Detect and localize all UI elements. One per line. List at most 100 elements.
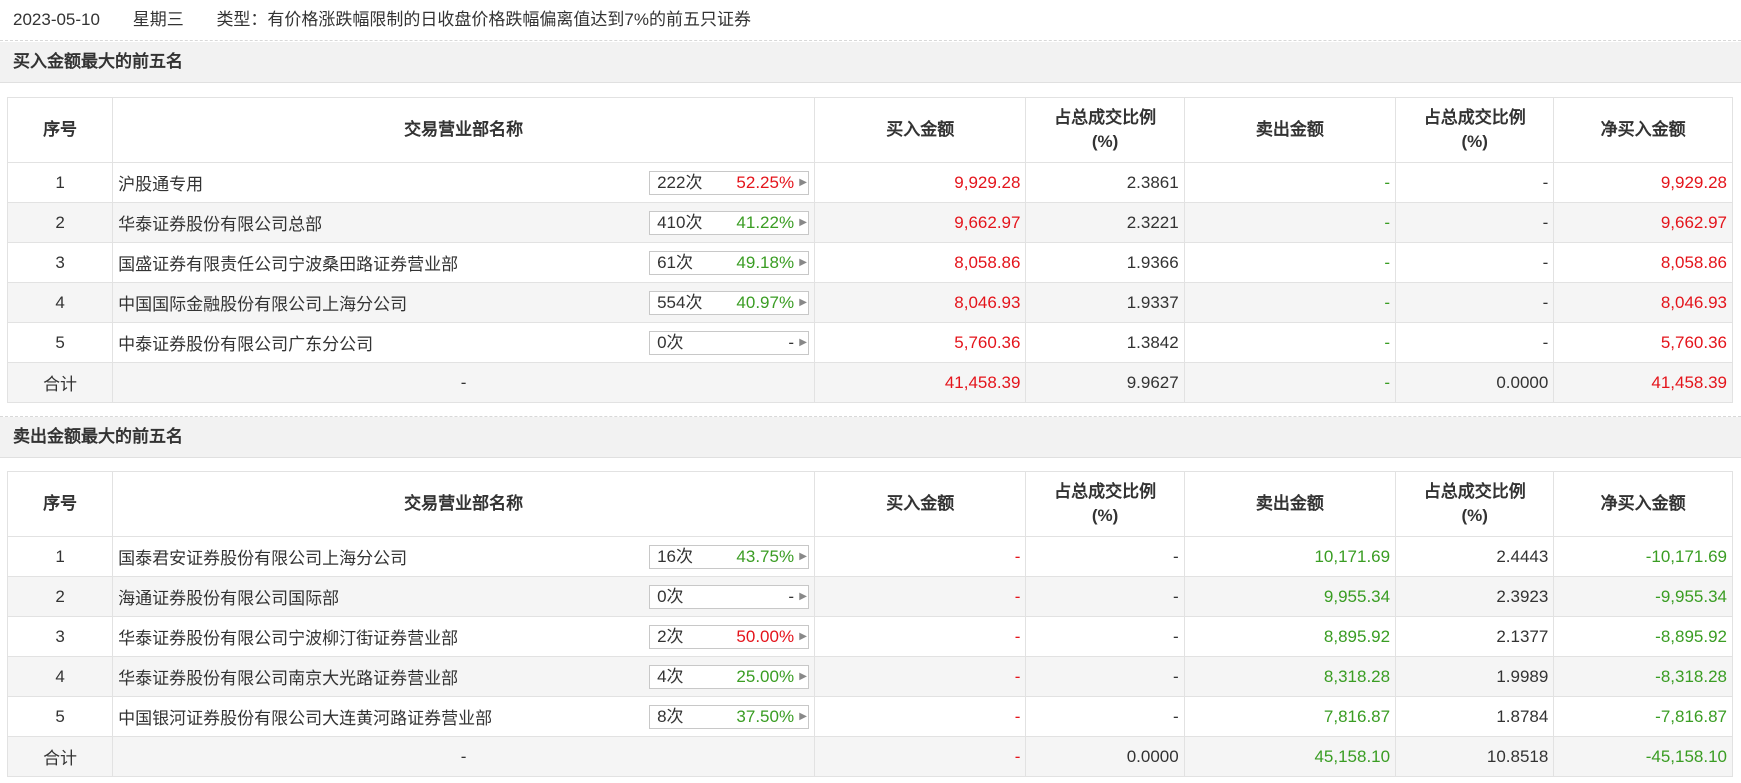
win-rate: 40.97% — [736, 292, 795, 312]
row-index: 2 — [6, 576, 114, 617]
buy-ratio: 1.3842 — [1025, 322, 1185, 363]
broker-cell-inner: 中泰证券股份有限公司广东分公司 0次 - ▶ — [118, 330, 814, 355]
net-amount: -8,318.28 — [1553, 656, 1733, 697]
broker-name[interactable]: 沪股通专用 — [118, 170, 203, 195]
table-row: 2 华泰证券股份有限公司总部 410次 41.22% ▶ 9,662.97 2.3221- -… — [6, 202, 1733, 243]
sell-ratio: - — [1395, 322, 1555, 363]
table-row: 5 中泰证券股份有限公司广东分公司 0次 - ▶ 5,760.36 1.3842- -5,76… — [6, 322, 1733, 363]
broker-stats-badge[interactable]: 8次 37.50% ▶ — [649, 704, 810, 729]
row-index: 3 — [6, 242, 114, 283]
broker-name[interactable]: 中国国际金融股份有限公司上海分公司 — [118, 290, 407, 315]
broker-stats-badge[interactable]: 4次 25.00% ▶ — [649, 664, 810, 689]
col-header-buy-ratio-l1: 占总成交比例 — [1054, 482, 1157, 501]
broker-cell: 国泰君安证券股份有限公司上海分公司 16次 43.75% ▶ — [112, 536, 816, 577]
broker-stats-badge[interactable]: 410次 41.22% ▶ — [649, 210, 810, 235]
sell-table-body: 1 国泰君安证券股份有限公司上海分公司 16次 43.75% ▶ - -10,171.69 2… — [6, 536, 1733, 777]
trade-date: 2023-05-10 — [13, 10, 100, 29]
caret-right-icon: ▶ — [799, 590, 807, 602]
broker-name[interactable]: 中国银河证券股份有限公司大连黄河路证券营业部 — [118, 704, 492, 729]
win-rate: 25.00% — [736, 666, 795, 686]
broker-cell: 华泰证券股份有限公司宁波柳汀街证券营业部 2次 50.00% ▶ — [112, 616, 816, 657]
table-row: 3 华泰证券股份有限公司宁波柳汀街证券营业部 2次 50.00% ▶ - -8,895.92… — [6, 616, 1733, 657]
buy-amount: 8,058.86 — [814, 242, 1027, 283]
buy-ratio: - — [1025, 536, 1185, 577]
sell-amount: - — [1183, 282, 1397, 323]
broker-cell: 海通证券股份有限公司国际部 0次 - ▶ — [112, 576, 816, 617]
broker-name[interactable]: 国泰君安证券股份有限公司上海分公司 — [118, 544, 407, 569]
broker-cell-inner: 中国银河证券股份有限公司大连黄河路证券营业部 8次 37.50% ▶ — [118, 704, 814, 729]
total-net-amount: 41,458.39 — [1553, 362, 1733, 403]
broker-cell-inner: 国盛证券有限责任公司宁波桑田路证券营业部 61次 49.18% ▶ — [118, 250, 814, 275]
broker-name[interactable]: 中泰证券股份有限公司广东分公司 — [118, 330, 373, 355]
sell-amount: 10,171.69 — [1183, 536, 1397, 577]
col-header-sell-ratio-l1: 占总成交比例 — [1423, 108, 1526, 127]
col-header-buy-ratio-l2: (%) — [1091, 506, 1119, 525]
broker-stats-badge[interactable]: 0次 - ▶ — [649, 330, 810, 355]
broker-stats-badge[interactable]: 2次 50.00% ▶ — [649, 624, 810, 649]
table-header-row: 序号 交易营业部名称 买入金额 占总成交比例 (%) 卖出金额 占总成交比例 (%)… — [6, 471, 1733, 537]
buy-ratio: 2.3861 — [1025, 162, 1185, 203]
row-index: 5 — [6, 696, 114, 737]
win-rate: 41.22% — [736, 212, 795, 232]
net-amount: 8,046.93 — [1553, 282, 1733, 323]
sell-amount: - — [1183, 162, 1397, 203]
win-rate: - — [788, 586, 795, 606]
broker-cell: 华泰证券股份有限公司南京大光路证券营业部 4次 25.00% ▶ — [112, 656, 816, 697]
buy-ratio: - — [1025, 576, 1185, 617]
col-header-idx: 序号 — [6, 471, 114, 537]
buy-amount: - — [814, 536, 1027, 577]
row-index: 4 — [6, 656, 114, 697]
sell-ratio: 1.9989 — [1395, 656, 1555, 697]
caret-right-icon: ▶ — [799, 710, 807, 722]
table-header-row: 序号 交易营业部名称 买入金额 占总成交比例 (%) 卖出金额 占总成交比例 (%)… — [6, 97, 1733, 163]
col-header-net: 净买入金额 — [1553, 97, 1733, 163]
broker-stats-badge[interactable]: 222次 52.25% ▶ — [649, 170, 810, 195]
col-header-sell: 卖出金额 — [1183, 471, 1397, 537]
total-name: - — [112, 736, 816, 777]
sell-ratio: - — [1395, 282, 1555, 323]
broker-name[interactable]: 国盛证券有限责任公司宁波桑田路证券营业部 — [118, 250, 458, 275]
broker-stats-badge[interactable]: 0次 - ▶ — [649, 584, 810, 609]
broker-name[interactable]: 华泰证券股份有限公司总部 — [118, 210, 322, 235]
broker-cell: 中国银河证券股份有限公司大连黄河路证券营业部 8次 37.50% ▶ — [112, 696, 816, 737]
win-rate: 52.25% — [736, 172, 795, 192]
win-rate: 50.00% — [736, 626, 795, 646]
broker-stats-badge[interactable]: 16次 43.75% ▶ — [649, 544, 810, 569]
appearance-count: 222次 — [657, 172, 703, 192]
appearance-count: 2次 — [657, 626, 684, 646]
type-description: 类型：有价格涨跌幅限制的日收盘价格跌幅偏离值达到7%的前五只证券 — [216, 10, 752, 29]
sell-amount: - — [1183, 202, 1397, 243]
caret-right-icon: ▶ — [799, 630, 807, 642]
broker-name[interactable]: 华泰证券股份有限公司宁波柳汀街证券营业部 — [118, 624, 458, 649]
caret-right-icon: ▶ — [799, 336, 807, 348]
row-index: 3 — [6, 616, 114, 657]
weekday: 星期三 — [132, 10, 184, 29]
broker-name[interactable]: 华泰证券股份有限公司南京大光路证券营业部 — [118, 664, 458, 689]
broker-cell-inner: 华泰证券股份有限公司总部 410次 41.22% ▶ — [118, 210, 814, 235]
row-index: 1 — [6, 536, 114, 577]
buy-ratio: 2.3221 — [1025, 202, 1185, 243]
sell-ratio: 1.8784 — [1395, 696, 1555, 737]
broker-stats-badge[interactable]: 554次 40.97% ▶ — [649, 290, 810, 315]
row-index: 5 — [6, 322, 114, 363]
sell-amount: 9,955.34 — [1183, 576, 1397, 617]
broker-cell-inner: 国泰君安证券股份有限公司上海分公司 16次 43.75% ▶ — [118, 544, 814, 569]
win-rate: 43.75% — [736, 546, 795, 566]
col-header-sell-ratio-l2: (%) — [1461, 506, 1488, 525]
col-header-sell-ratio: 占总成交比例 (%) — [1395, 97, 1555, 163]
broker-cell-inner: 华泰证券股份有限公司宁波柳汀街证券营业部 2次 50.00% ▶ — [118, 624, 814, 649]
appearance-count: 554次 — [657, 292, 703, 312]
buy-amount: - — [814, 696, 1027, 737]
col-header-sell-ratio: 占总成交比例 (%) — [1395, 471, 1555, 537]
win-rate: 49.18% — [736, 252, 795, 272]
broker-name[interactable]: 海通证券股份有限公司国际部 — [118, 584, 339, 609]
buy-ratio: - — [1025, 656, 1185, 697]
buy-amount: 9,929.28 — [814, 162, 1027, 203]
caret-right-icon: ▶ — [799, 256, 807, 268]
col-header-net: 净买入金额 — [1553, 471, 1733, 537]
col-header-buy: 买入金额 — [814, 97, 1027, 163]
appearance-count: 8次 — [657, 706, 684, 726]
broker-stats-badge[interactable]: 61次 49.18% ▶ — [649, 250, 810, 275]
total-buy-amount: - — [814, 736, 1027, 777]
net-amount: 8,058.86 — [1553, 242, 1733, 283]
